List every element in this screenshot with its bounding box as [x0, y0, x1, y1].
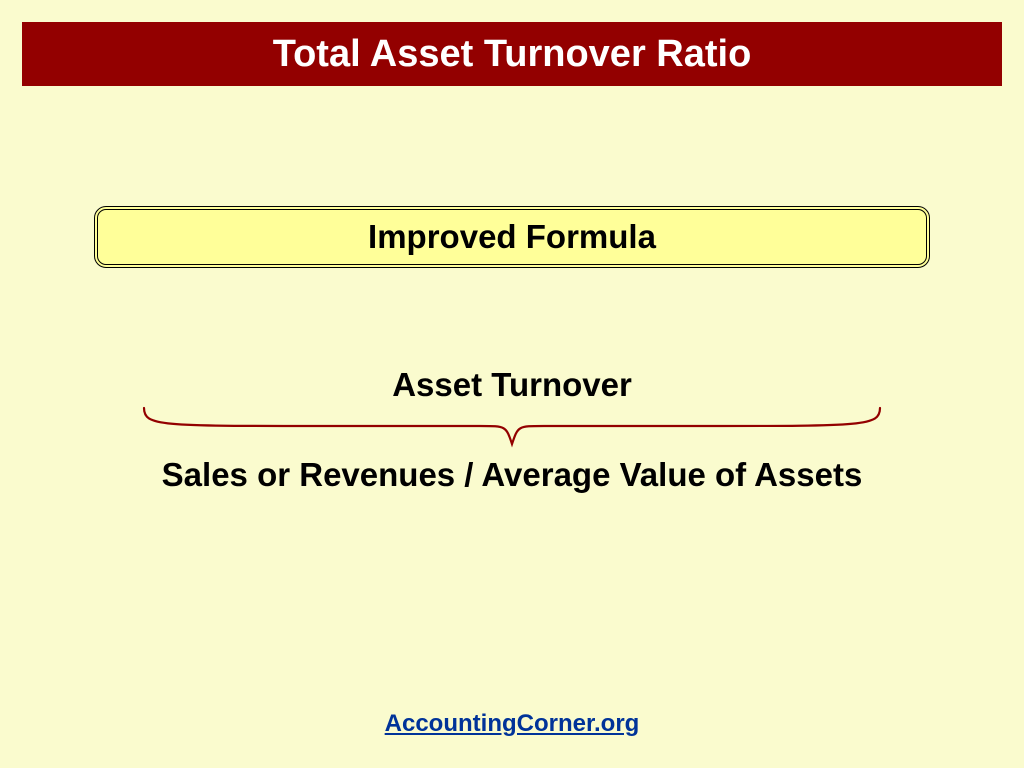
source-link[interactable]: AccountingCorner.org — [0, 710, 1024, 738]
improved-formula-label: Improved Formula — [368, 218, 656, 256]
improved-formula-box: Improved Formula — [94, 206, 930, 268]
source-link-text: AccountingCorner.org — [385, 710, 640, 737]
page-title-banner: Total Asset Turnover Ratio — [22, 22, 1002, 86]
brace-icon — [140, 404, 884, 448]
page-title-text: Total Asset Turnover Ratio — [273, 33, 752, 76]
concept-formula: Sales or Revenues / Average Value of Ass… — [120, 454, 904, 495]
concept-name: Asset Turnover — [0, 366, 1024, 404]
